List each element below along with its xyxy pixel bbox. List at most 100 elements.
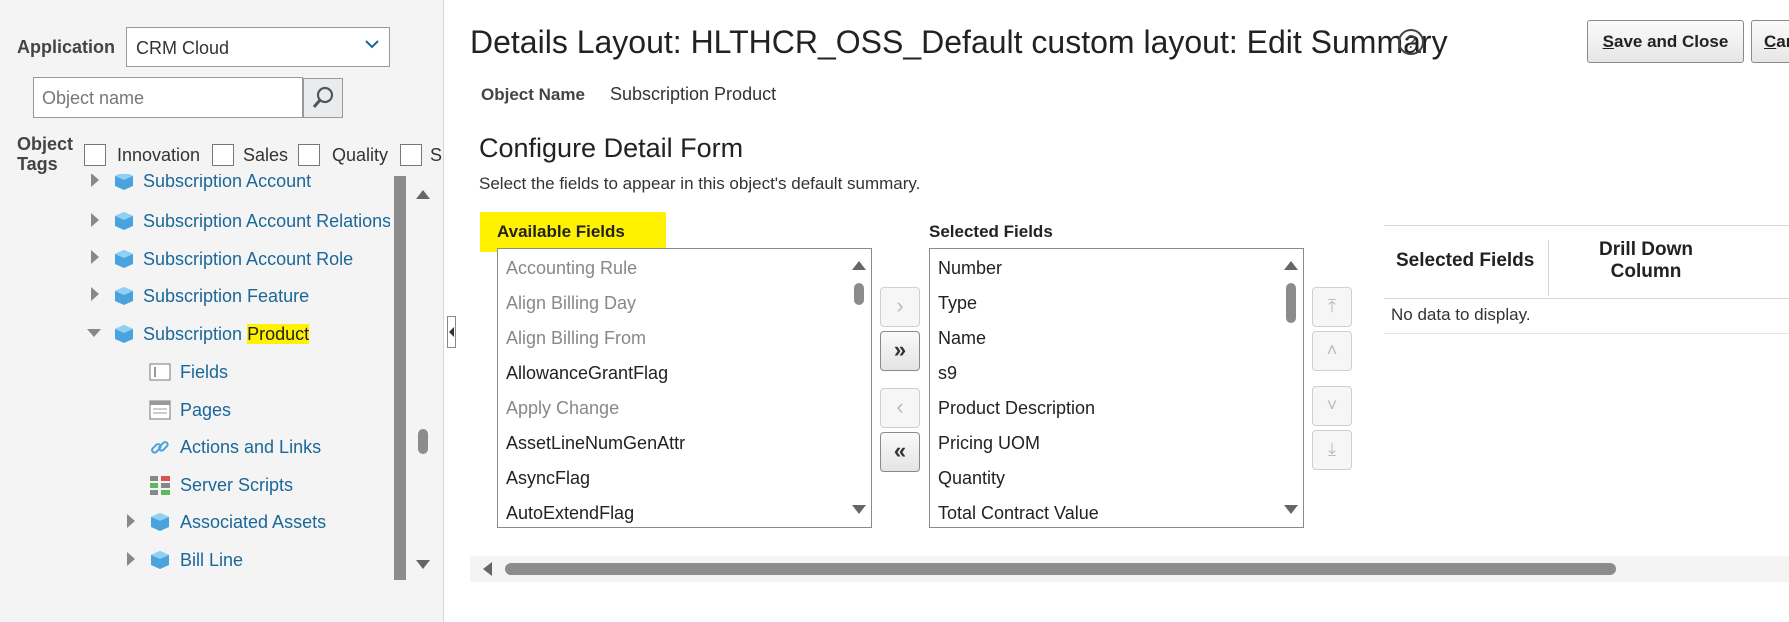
object-name-input[interactable]: Object name <box>33 77 303 118</box>
fields-icon <box>149 363 171 381</box>
cube-icon <box>115 174 133 190</box>
tree-item-subscription-account-relations[interactable]: Subscription Account Relations <box>143 211 390 232</box>
selected-field-item[interactable]: s9 <box>938 363 957 384</box>
available-field-item[interactable]: AutoExtendFlag <box>506 503 634 524</box>
tag-checkbox-innovation[interactable] <box>84 144 106 166</box>
cube-icon <box>115 250 133 268</box>
selected-field-item[interactable]: Name <box>938 328 986 349</box>
horizontal-scrollbar-thumb[interactable] <box>505 563 1616 575</box>
column-header-drill-down[interactable]: Drill Down Column <box>1556 239 1736 283</box>
available-list-scroll-thumb[interactable] <box>854 283 864 305</box>
tag-checkbox-sales[interactable] <box>212 144 234 166</box>
cube-icon <box>151 513 169 531</box>
tree-item-subscription-feature[interactable]: Subscription Feature <box>143 286 309 307</box>
application-select-value: CRM Cloud <box>136 38 230 58</box>
application-select[interactable]: CRM Cloud <box>126 27 390 67</box>
selected-fields-list[interactable]: Number Type Name s9 Product Description Prici… <box>929 248 1304 528</box>
available-fields-list[interactable]: Accounting Rule Align Billing Day Align Bi… <box>497 248 872 528</box>
column-header-selected-fields[interactable]: Selected Fields <box>1396 250 1534 272</box>
available-field-item[interactable]: Align Billing Day <box>506 293 636 314</box>
available-field-item[interactable]: Align Billing From <box>506 328 646 349</box>
available-field-item[interactable]: Accounting Rule <box>506 258 637 279</box>
tree-item-subscription-account-role[interactable]: Subscription Account Role <box>143 249 353 270</box>
section-description: Select the fields to appear in this obje… <box>479 174 921 193</box>
available-field-item[interactable]: AllowanceGrantFlag <box>506 363 668 384</box>
scroll-down-icon[interactable] <box>1284 505 1298 514</box>
search-button[interactable] <box>303 78 343 118</box>
selected-field-item[interactable]: Number <box>938 258 1002 279</box>
save-and-close-button[interactable]: Save and Close <box>1587 20 1744 63</box>
tag-checkbox-quality[interactable] <box>298 144 320 166</box>
tree-item-server-scripts[interactable]: Server Scripts <box>180 475 293 496</box>
selected-field-item[interactable]: Type <box>938 293 977 314</box>
tree-scrollbar-thumb[interactable] <box>418 429 428 454</box>
help-icon[interactable]: ? <box>1398 29 1424 55</box>
cube-icon <box>115 325 133 343</box>
section-heading: Configure Detail Form <box>479 133 744 163</box>
search-icon <box>312 86 334 108</box>
scroll-left-icon[interactable] <box>483 562 492 576</box>
save-and-close-label: ave and Close <box>1614 32 1729 51</box>
selected-fields-label: Selected Fields <box>929 222 1053 241</box>
expand-icon[interactable] <box>91 287 99 301</box>
tree-scrollbar-track[interactable] <box>394 176 406 580</box>
tree-item-subscription-product[interactable]: Subscription Product <box>143 324 310 345</box>
tree-item-subscription-account[interactable]: Subscription Account <box>143 174 311 192</box>
tag-checkbox-more[interactable] <box>400 144 422 166</box>
pages-icon <box>149 400 171 420</box>
move-up-button[interactable]: ˄ <box>1312 331 1352 371</box>
chevron-down-icon <box>365 40 379 49</box>
object-tags-label-line2: Tags <box>17 154 58 174</box>
cube-icon <box>115 287 133 305</box>
tree-item-pages[interactable]: Pages <box>180 400 231 421</box>
expand-icon[interactable] <box>91 250 99 264</box>
scroll-down-icon[interactable] <box>416 560 430 569</box>
collapse-icon[interactable] <box>87 329 101 337</box>
tag-label-quality: Quality <box>332 145 389 165</box>
expand-icon[interactable] <box>91 174 99 187</box>
save-and-close-mnemonic: S <box>1602 32 1614 51</box>
expand-icon[interactable] <box>127 552 135 566</box>
move-right-button[interactable]: › <box>880 287 920 327</box>
table-bottom-border <box>1384 333 1789 334</box>
available-fields-label: Available Fields <box>497 222 625 241</box>
move-all-left-button[interactable]: « <box>880 432 920 472</box>
selected-field-item[interactable]: Quantity <box>938 468 1005 489</box>
tree-item-associated-assets[interactable]: Associated Assets <box>180 512 326 533</box>
scroll-up-icon[interactable] <box>416 190 430 199</box>
column-divider <box>1548 240 1549 296</box>
tree-item-actions-and-links[interactable]: Actions and Links <box>180 437 321 458</box>
move-to-top-button[interactable]: ⤒ <box>1312 287 1352 327</box>
available-field-item[interactable]: Apply Change <box>506 398 619 419</box>
cancel-button[interactable]: Can <box>1751 20 1789 63</box>
move-left-button[interactable]: ‹ <box>880 388 920 428</box>
selected-list-scroll-thumb[interactable] <box>1286 283 1296 323</box>
object-name-value: Subscription Product <box>610 84 777 104</box>
cube-icon <box>115 212 133 230</box>
panel-collapse-handle[interactable] <box>447 316 456 348</box>
selected-field-item[interactable]: Total Contract Value <box>938 503 1099 524</box>
expand-icon[interactable] <box>127 514 135 528</box>
scroll-up-icon[interactable] <box>852 261 866 270</box>
tag-label-more: S <box>430 145 443 165</box>
column-header-drill-down-line2: Column <box>1610 261 1682 282</box>
move-down-button[interactable]: ˅ <box>1312 386 1352 426</box>
object-name-label: Object Name <box>481 85 585 104</box>
collapse-left-icon <box>449 327 454 337</box>
available-field-item[interactable]: AsyncFlag <box>506 468 590 489</box>
available-field-item[interactable]: AssetLineNumGenAttr <box>506 433 685 454</box>
column-header-drill-down-line1: Drill Down <box>1599 239 1693 260</box>
tag-label-innovation: Innovation <box>117 145 201 165</box>
tree-item-bill-line[interactable]: Bill Line <box>180 550 243 571</box>
server-scripts-icon <box>150 476 170 495</box>
move-to-bottom-button[interactable]: ⤓ <box>1312 430 1352 470</box>
cube-icon <box>151 551 169 569</box>
move-all-right-button[interactable]: » <box>880 331 920 371</box>
selected-field-item[interactable]: Pricing UOM <box>938 433 1040 454</box>
tree-item-fields[interactable]: Fields <box>180 362 228 383</box>
expand-icon[interactable] <box>91 213 99 227</box>
scroll-down-icon[interactable] <box>852 505 866 514</box>
search-highlight: Product <box>247 324 310 344</box>
selected-field-item[interactable]: Product Description <box>938 398 1095 419</box>
scroll-up-icon[interactable] <box>1284 261 1298 270</box>
